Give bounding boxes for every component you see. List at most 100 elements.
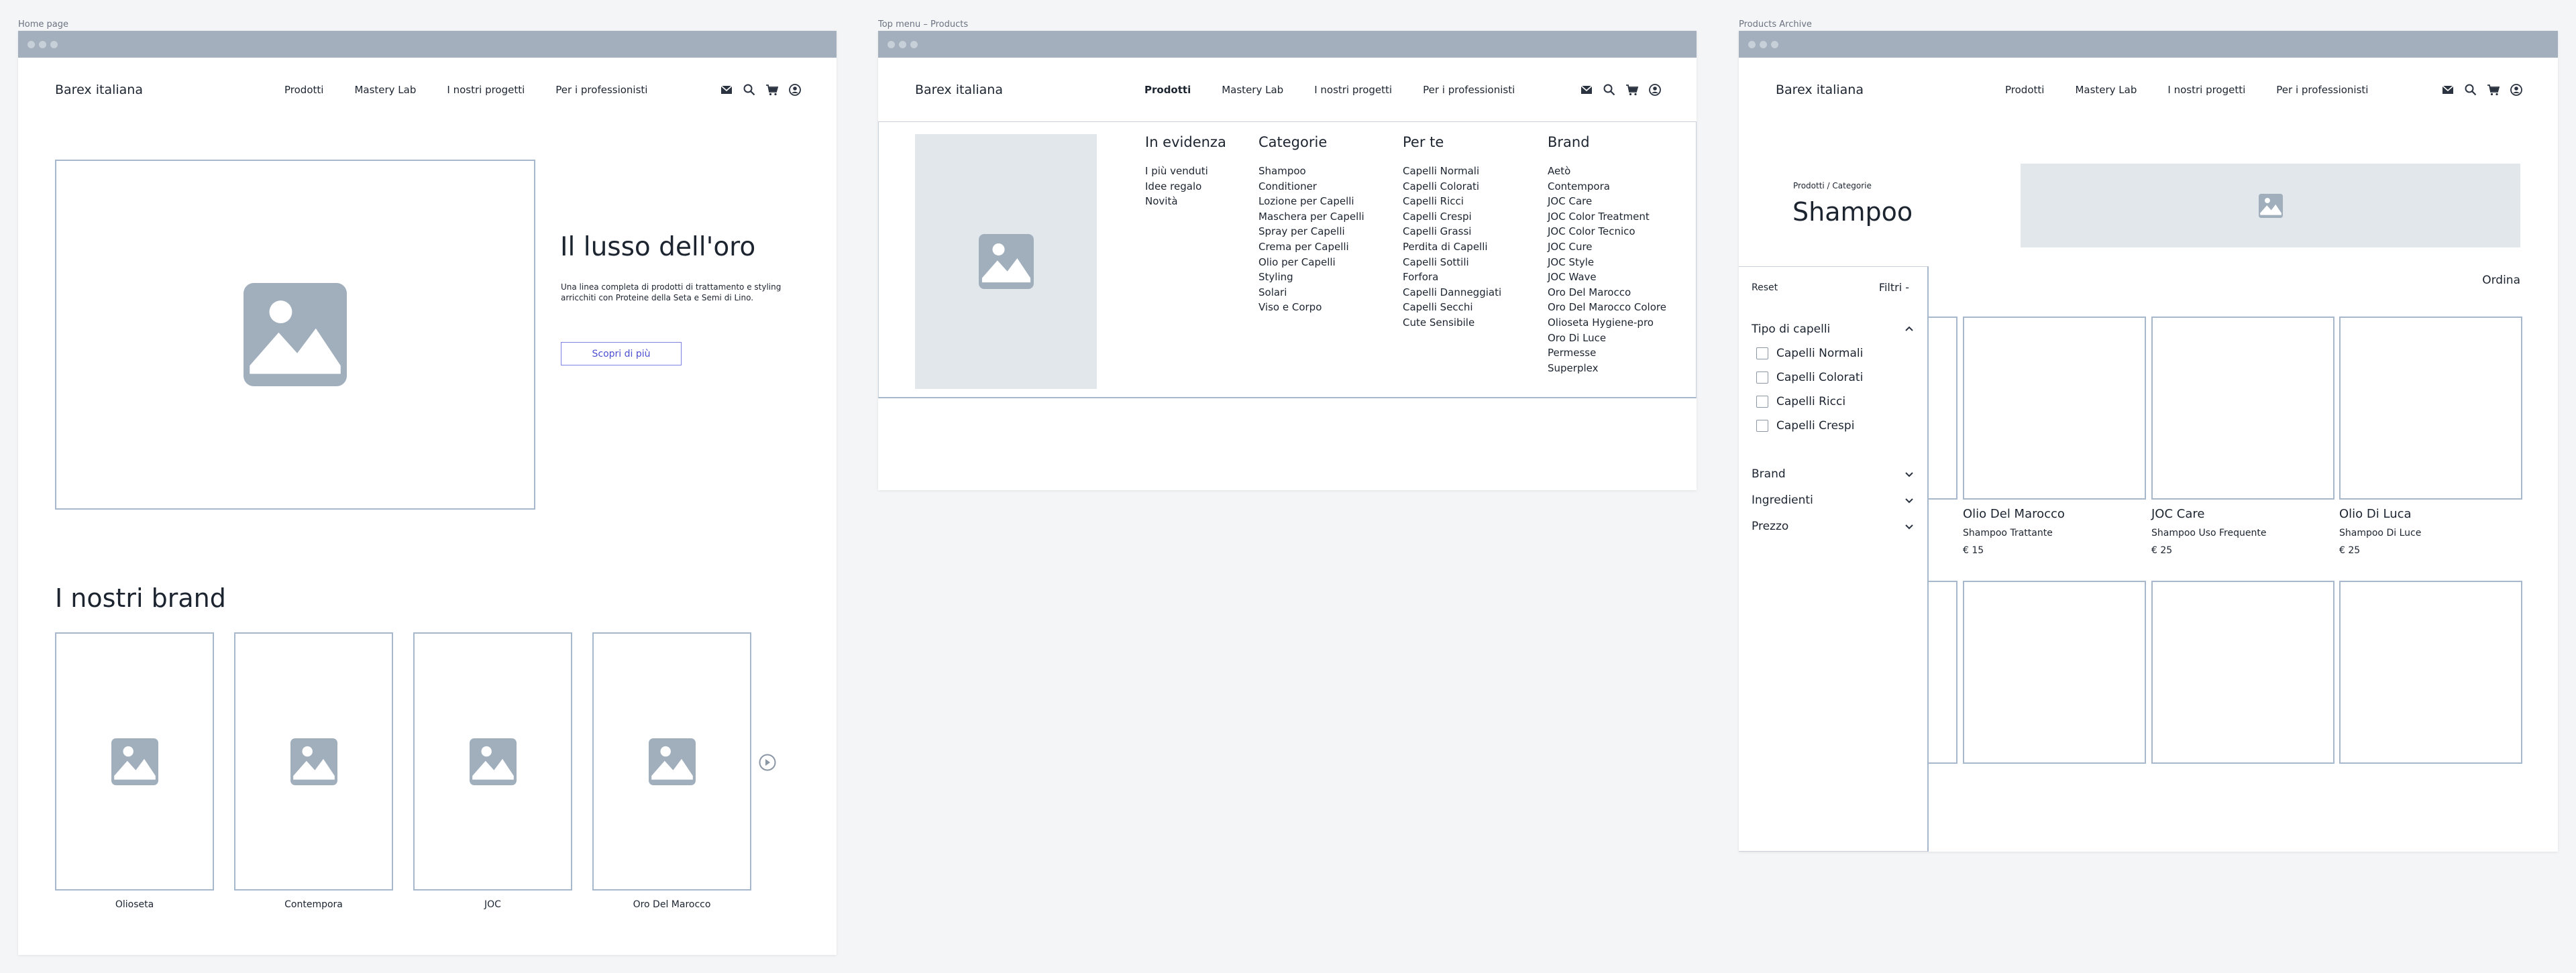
menu-link[interactable]: Oro Di Luce (1548, 331, 1666, 346)
site-logo[interactable]: Barex italiana (1776, 82, 1864, 97)
nav-progetti[interactable]: I nostri progetti (447, 84, 525, 96)
menu-link[interactable]: Capelli Secchi (1403, 300, 1501, 315)
brand-name[interactable]: JOC (413, 899, 572, 910)
menu-link[interactable]: Superplex (1548, 361, 1666, 376)
menu-link[interactable]: Olioseta Hygiene-pro (1548, 315, 1666, 331)
product-name[interactable]: Olio Del Marocco (1963, 507, 2065, 521)
chevron-down-icon[interactable] (1904, 469, 1915, 479)
menu-link[interactable]: Capelli Ricci (1403, 194, 1501, 209)
brand-name[interactable]: Oro Del Marocco (592, 899, 751, 910)
checkbox[interactable] (1756, 396, 1768, 408)
menu-link[interactable]: Maschera per Capelli (1258, 209, 1364, 225)
brand-card-joc[interactable] (413, 632, 572, 891)
search-icon[interactable] (2464, 83, 2477, 97)
site-logo[interactable]: Barex italiana (55, 82, 143, 97)
brand-card-olioseta[interactable] (55, 632, 214, 891)
breadcrumb[interactable]: Prodotti / Categorie (1793, 181, 1872, 190)
chevron-down-icon[interactable] (1904, 521, 1915, 532)
menu-link[interactable]: Capelli Crespi (1403, 209, 1501, 225)
nav-progetti[interactable]: I nostri progetti (2167, 84, 2245, 96)
menu-link[interactable]: Perdita di Capelli (1403, 239, 1501, 255)
menu-link[interactable]: JOC Color Treatment (1548, 209, 1666, 225)
mail-icon[interactable] (720, 83, 733, 97)
search-icon[interactable] (1603, 83, 1616, 97)
filter-toggle-button[interactable]: Filtri - (1879, 281, 1909, 294)
nav-professionisti[interactable]: Per i professionisti (555, 84, 647, 96)
product-card[interactable] (2339, 581, 2522, 764)
menu-link[interactable]: Oro Del Marocco (1548, 285, 1666, 300)
product-card[interactable] (2339, 317, 2522, 500)
window-dot[interactable] (28, 40, 35, 48)
menu-link[interactable]: Capelli Grassi (1403, 224, 1501, 239)
menu-link[interactable]: Aetò (1548, 164, 1666, 179)
brand-card-oro-del-marocco[interactable] (592, 632, 751, 891)
filter-hair-type-title[interactable]: Tipo di capelli (1752, 323, 1830, 336)
cart-icon[interactable] (2487, 83, 2500, 97)
filter-prezzo-section[interactable]: Prezzo (1752, 520, 1788, 533)
user-icon[interactable] (1648, 83, 1662, 97)
menu-link[interactable]: Solari (1258, 285, 1364, 300)
product-card[interactable] (2151, 317, 2334, 500)
menu-link[interactable]: Olio per Capelli (1258, 255, 1364, 270)
window-dot[interactable] (910, 40, 918, 48)
menu-link[interactable]: Cute Sensibile (1403, 315, 1501, 331)
nav-prodotti[interactable]: Prodotti (284, 84, 323, 96)
filter-option-capelli-crespi[interactable]: Capelli Crespi (1756, 419, 1854, 433)
cart-icon[interactable] (1625, 83, 1639, 97)
menu-link[interactable]: JOC Cure (1548, 239, 1666, 255)
search-icon[interactable] (743, 83, 756, 97)
filter-option-capelli-ricci[interactable]: Capelli Ricci (1756, 395, 1845, 408)
menu-link[interactable]: Novità (1145, 194, 1226, 209)
nav-mastery-lab[interactable]: Mastery Lab (1222, 84, 1283, 96)
menu-link[interactable]: Conditioner (1258, 179, 1364, 194)
brand-card-contempora[interactable] (234, 632, 393, 891)
menu-link[interactable]: Forfora (1403, 270, 1501, 285)
window-dot[interactable] (888, 40, 895, 48)
menu-link[interactable]: JOC Style (1548, 255, 1666, 270)
chevron-down-icon[interactable] (1904, 495, 1915, 506)
menu-link[interactable]: Lozione per Capelli (1258, 194, 1364, 209)
menu-link[interactable]: Oro Del Marocco Colore (1548, 300, 1666, 315)
window-dot[interactable] (1748, 40, 1756, 48)
site-logo[interactable]: Barex italiana (915, 82, 1003, 97)
window-dot[interactable] (899, 40, 906, 48)
filter-option-capelli-normali[interactable]: Capelli Normali (1756, 347, 1863, 360)
menu-link[interactable]: Contempora (1548, 179, 1666, 194)
filter-ingredienti-section[interactable]: Ingredienti (1752, 494, 1813, 507)
mail-icon[interactable] (1580, 83, 1593, 97)
nav-professionisti[interactable]: Per i professionisti (2276, 84, 2368, 96)
menu-link[interactable]: Capelli Normali (1403, 164, 1501, 179)
window-dot[interactable] (1760, 40, 1767, 48)
menu-link[interactable]: JOC Care (1548, 194, 1666, 209)
menu-link[interactable]: I più venduti (1145, 164, 1226, 179)
nav-mastery-lab[interactable]: Mastery Lab (354, 84, 416, 96)
chevron-up-icon[interactable] (1904, 324, 1915, 335)
checkbox[interactable] (1756, 347, 1768, 359)
product-card[interactable] (1963, 317, 2146, 500)
sort-button[interactable]: Ordina (2482, 274, 2520, 287)
product-name[interactable]: Olio Di Luca (2339, 507, 2412, 521)
filter-brand-section[interactable]: Brand (1752, 467, 1786, 481)
menu-link[interactable]: Spray per Capelli (1258, 224, 1364, 239)
menu-link[interactable]: Idee regalo (1145, 179, 1226, 194)
menu-link[interactable]: Styling (1258, 270, 1364, 285)
product-card[interactable] (2151, 581, 2334, 764)
product-card[interactable] (1963, 581, 2146, 764)
menu-link[interactable]: Capelli Danneggiati (1403, 285, 1501, 300)
user-icon[interactable] (788, 83, 802, 97)
menu-link[interactable]: Capelli Colorati (1403, 179, 1501, 194)
brand-name[interactable]: Olioseta (55, 899, 214, 910)
nav-prodotti[interactable]: Prodotti (2005, 84, 2044, 96)
window-dot[interactable] (50, 40, 58, 48)
nav-progetti[interactable]: I nostri progetti (1314, 84, 1392, 96)
product-name[interactable]: JOC Care (2151, 507, 2204, 521)
brand-name[interactable]: Contempora (234, 899, 393, 910)
cart-icon[interactable] (765, 83, 779, 97)
menu-link[interactable]: JOC Wave (1548, 270, 1666, 285)
checkbox[interactable] (1756, 371, 1768, 384)
window-dot[interactable] (1771, 40, 1778, 48)
nav-professionisti[interactable]: Per i professionisti (1423, 84, 1515, 96)
window-dot[interactable] (39, 40, 46, 48)
nav-prodotti[interactable]: Prodotti (1144, 84, 1191, 96)
menu-link[interactable]: JOC Color Tecnico (1548, 224, 1666, 239)
